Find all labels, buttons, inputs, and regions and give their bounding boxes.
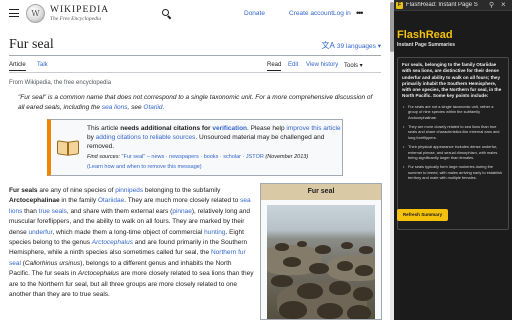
title-bar: Fur seal 文A 39 languages ▾ [9,36,381,56]
extension-title: FlashRead [397,29,453,41]
summary-intro: Fur seals, belonging to the family Otari… [402,62,502,99]
refresh-summary-button[interactable]: Refresh Summary [397,209,448,221]
link-true-seals[interactable]: true seals [39,208,67,215]
link-pinnipeds[interactable]: pinnipeds [115,187,143,194]
key-points-list: Fur seals are not a single taxonomic uni… [402,104,504,181]
more-icon[interactable]: ••• [356,8,364,18]
summary-card: Fur seals, belonging to the family Otari… [397,57,509,230]
adding-citations-link[interactable]: adding citations to reliable sources [96,134,196,141]
language-button[interactable]: 文A 39 languages ▾ [322,40,381,51]
wikipedia-page: W WIKIPEDIA The Free Encyclopedia Donate… [0,0,390,320]
extension-subtitle: Instant Page Summaries [397,42,456,48]
language-count: 39 languages [336,43,376,50]
hatnote-link-otariid[interactable]: Otariid [143,104,162,111]
wikipedia-wordmark[interactable]: WIKIPEDIA [50,5,109,15]
page-title: Fur seal [9,37,54,52]
key-point: Their physical appearance includes dense… [402,144,504,160]
tab-talk[interactable]: Talk [37,62,48,68]
pin-icon[interactable]: ⚲ [489,1,494,9]
key-point: Fur seals are not a single taxonomic uni… [402,104,504,120]
infobox-title: Fur seal [261,184,381,200]
donate-link[interactable]: Donate [244,10,265,17]
citation-notice: This article needs additional citations … [47,119,343,176]
key-point: Fur seals typically form large rookeries… [402,164,504,180]
book-icon [57,139,79,157]
link-pinnae[interactable]: pinnae [172,208,192,215]
close-icon[interactable]: × [501,0,506,9]
search-icon[interactable] [162,9,172,20]
link-arctocephalus[interactable]: Arctocephalus [92,239,133,246]
flashread-icon: F [396,2,403,9]
tab-view-history[interactable]: View history [306,62,338,68]
article-body: Fur seals are any of nine species of pin… [9,187,254,299]
tools-menu[interactable]: Tools ▾ [344,62,363,69]
page-tabs: Article Talk Read Edit View history Tool… [9,60,381,73]
citation-notice-text: This article needs additional citations … [87,125,341,170]
hatnote-link-sea-lions[interactable]: sea lions [102,104,128,111]
learn-remove-link[interactable]: (Learn how and when to remove this messa… [87,164,202,170]
hatnote: "Fur seal" is a common name that does no… [18,94,373,111]
find-sources-links[interactable]: "Fur seal" – news · newspapers · books ·… [122,154,264,160]
side-panel-header: F FlashRead: Instant Page Summa... ⚲ × [394,0,512,11]
tab-read[interactable]: Read [267,62,282,71]
create-account-link[interactable]: Create account [289,10,333,17]
tab-article[interactable]: Article [9,62,26,71]
improve-article-link[interactable]: improve this article [286,125,340,132]
tab-edit[interactable]: Edit [288,62,298,68]
link-hunting[interactable]: hunting [204,229,225,236]
flashread-side-panel: F FlashRead: Instant Page Summa... ⚲ × F… [394,0,512,320]
site-header: W WIKIPEDIA The Free Encyclopedia Donate… [0,0,390,28]
side-panel-title[interactable]: FlashRead: Instant Page Summa... [406,2,478,8]
translate-icon: 文A [321,41,335,50]
infobox: Fur seal [260,183,382,320]
key-point: They are more closely related to sea lio… [402,124,504,140]
link-otariidae[interactable]: Otariidae [98,197,124,204]
verification-link[interactable]: verification [212,125,247,132]
wikipedia-logo[interactable]: W [26,4,45,23]
log-in-link[interactable]: Log in [333,10,351,17]
link-underfur[interactable]: underfur [29,229,53,236]
source-note: From Wikipedia, the free encyclopedia [9,80,112,86]
wikipedia-tagline: The Free Encyclopedia [50,16,102,22]
fur-seal-photo[interactable] [267,205,375,319]
menu-icon[interactable] [9,9,19,17]
